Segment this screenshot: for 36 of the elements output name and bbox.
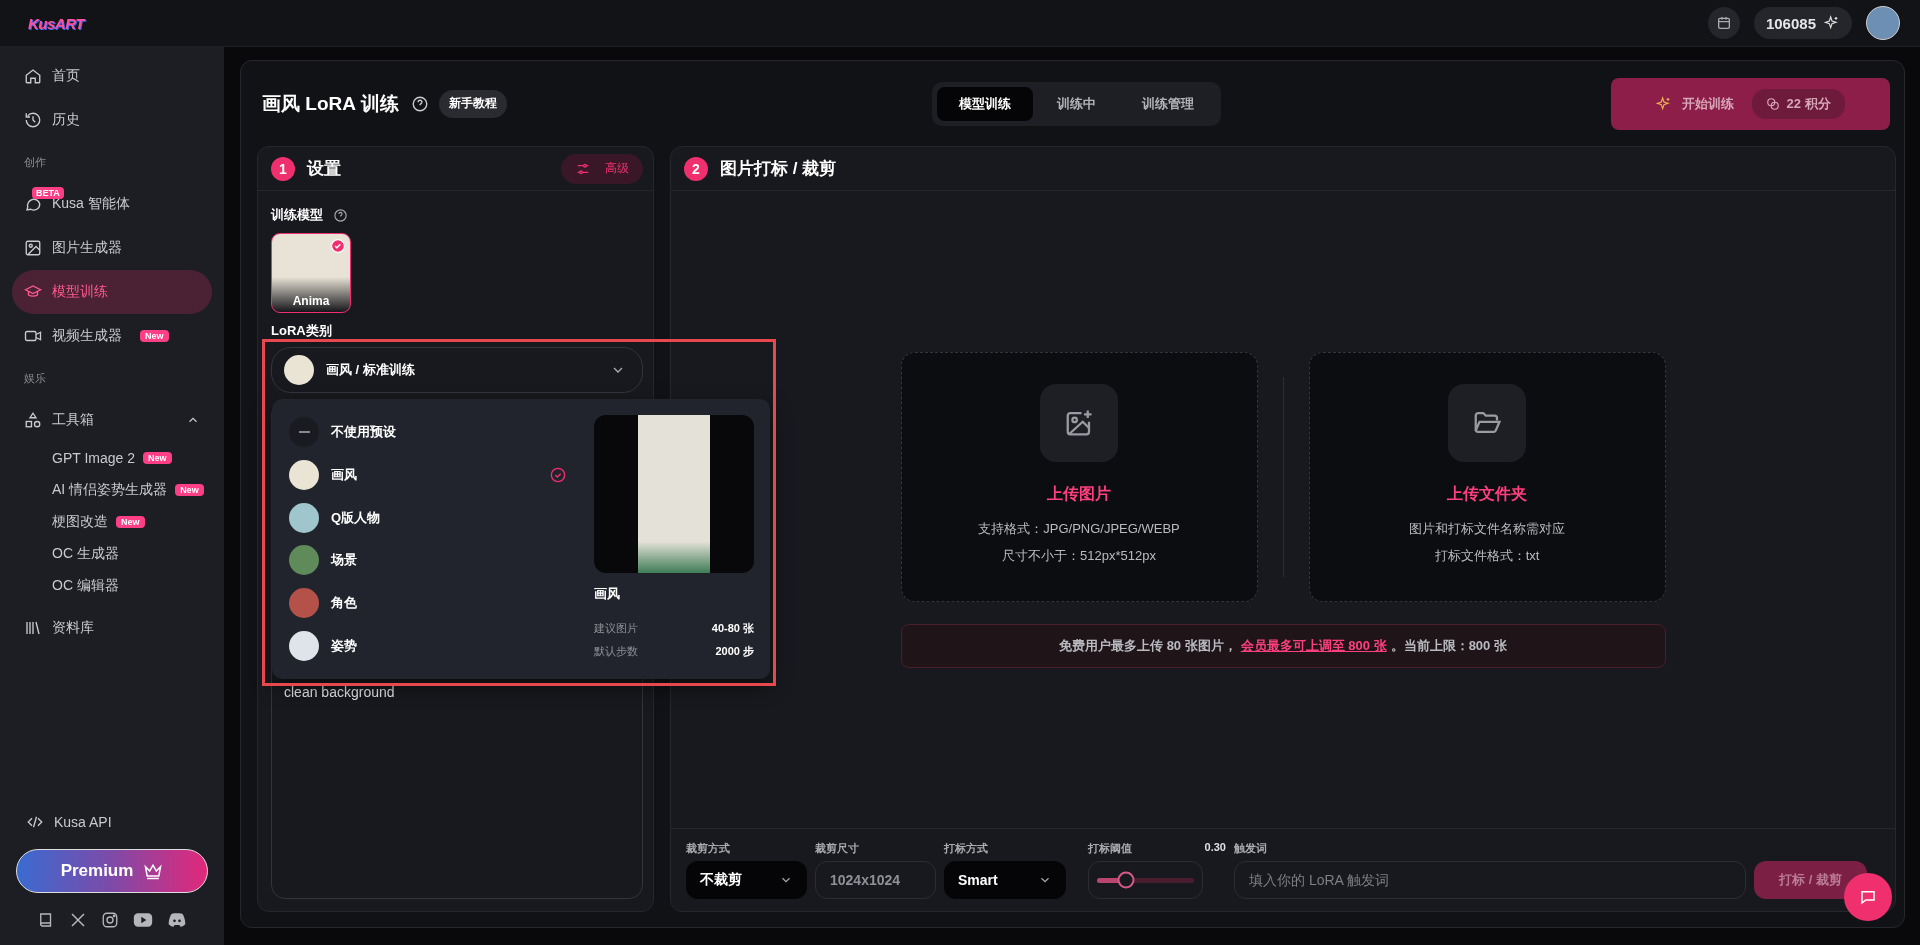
field-label: 裁剪方式 (686, 841, 731, 855)
upload-title: 上传文件夹 (1447, 483, 1527, 504)
new-badge: New (143, 452, 172, 464)
beta-badge: BETA (32, 187, 64, 199)
upload-limit-notice: 免费用户最多上传 80 张图片， 会员最多可上调至 800 张 。当前上限：800 张 (900, 623, 1666, 668)
upload-hint: 打标文件格式：txt (1434, 546, 1540, 565)
field-label: 触发词 (1234, 841, 1268, 855)
panel-title: 设置 (307, 158, 341, 180)
upload-title: 上传图片 (1047, 483, 1111, 504)
model-name: Anima (292, 294, 330, 310)
step-badge: 1 (271, 156, 295, 181)
stat-value: 2000 步 (715, 644, 754, 659)
upload-hint: 支持格式：JPG/PNG/JPEG/WEBP (978, 519, 1180, 538)
credits-count: 106085 (1765, 14, 1816, 32)
field-label: 训练模型 (271, 206, 323, 224)
stat-value: 40-80 张 (711, 621, 754, 636)
upload-hint: 图片和打标文件名称需对应 (1409, 519, 1565, 538)
section-label: 娱乐 (23, 370, 47, 386)
step-badge: 2 (684, 156, 708, 181)
field-label: 打标阈值 (1088, 841, 1132, 855)
upload-hint: 尺寸不小于：512px*512px (1002, 546, 1156, 565)
new-badge: New (175, 484, 204, 496)
preview-title: 画风 (594, 585, 621, 603)
start-label: 开始训练 (1682, 94, 1735, 113)
page-title: 画风 LoRA 训练 (262, 91, 399, 116)
field-label: 打标方式 (944, 841, 989, 855)
field-label: LoRA类别 (271, 322, 332, 340)
new-badge: New (140, 330, 169, 342)
slider-reading: 0.30 (1204, 841, 1226, 855)
field-label: 裁剪尺寸 (815, 841, 860, 855)
new-badge: New (116, 516, 145, 528)
panel-title: 图片打标 / 裁剪 (720, 158, 837, 180)
cost-text: 22 积分 (1786, 94, 1831, 113)
stat-label: 建议图片 (594, 621, 638, 636)
stat-label: 默认步数 (594, 644, 638, 659)
section-label: 创作 (23, 154, 47, 170)
